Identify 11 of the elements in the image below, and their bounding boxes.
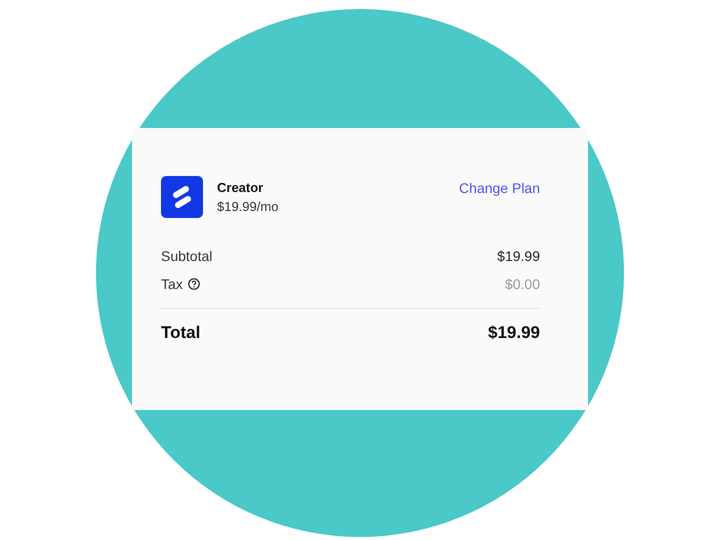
help-icon[interactable] <box>188 278 200 290</box>
line-label: Tax <box>161 276 183 292</box>
plan-price: $19.99/mo <box>217 199 278 214</box>
total-label: Total <box>161 323 200 343</box>
plan-name: Creator <box>217 180 264 195</box>
logo-icon <box>161 176 203 218</box>
total-amount: $19.99 <box>488 323 540 343</box>
line-amount: $0.00 <box>504 276 540 292</box>
line-label: Subtotal <box>161 248 212 264</box>
change-plan-link[interactable]: Change Plan <box>459 180 540 196</box>
line-amount: $19.99 <box>497 248 540 264</box>
